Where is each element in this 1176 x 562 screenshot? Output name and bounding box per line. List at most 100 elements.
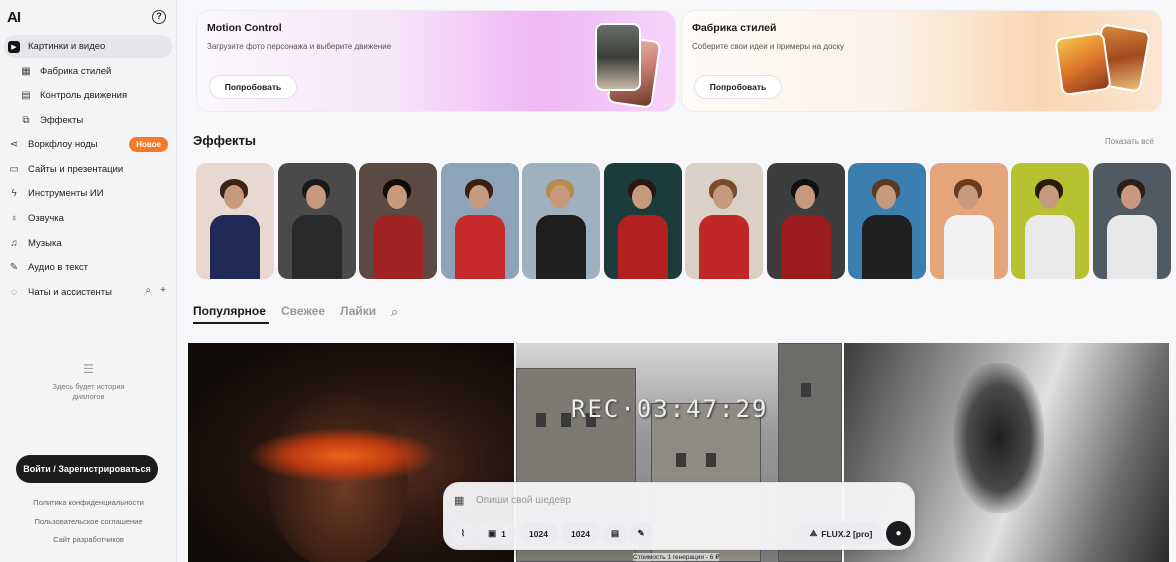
- palette-icon: ▦: [21, 66, 31, 77]
- promo-card-style-factory[interactable]: Фабрика стилей Соберите свои идеи и прим…: [681, 10, 1162, 112]
- outfit: [210, 215, 260, 279]
- promo-description: Загрузите фото персонажа и выберите движ…: [207, 42, 392, 51]
- effect-thumbnail[interactable]: [685, 163, 763, 279]
- history-list-icon: ☰: [83, 362, 94, 376]
- effect-thumbnail[interactable]: [277, 163, 356, 279]
- search-icon[interactable]: ⌕: [146, 285, 152, 296]
- magic-wand-icon[interactable]: ✎: [629, 522, 653, 545]
- window: [676, 453, 686, 467]
- image-count-value: 1: [501, 528, 506, 539]
- chats-tools: ⌕ +: [146, 285, 166, 296]
- effect-thumbnail[interactable]: [766, 163, 845, 279]
- sidebar-item-style-factory[interactable]: ▦ Фабрика стилей: [16, 60, 172, 83]
- plus-icon[interactable]: +: [160, 285, 166, 296]
- attach-icon[interactable]: ⌇: [450, 522, 476, 545]
- style-board-icon[interactable]: ▦: [454, 494, 464, 507]
- outfit: [454, 215, 505, 279]
- outfit: [617, 215, 668, 279]
- effect-thumbnail[interactable]: [359, 163, 437, 279]
- effects-icon: ⧉: [22, 115, 30, 126]
- outfit: [780, 215, 831, 279]
- effect-thumbnail[interactable]: [848, 163, 926, 279]
- terms-link[interactable]: Пользовательское соглашение: [0, 517, 177, 526]
- sidebar-item-music[interactable]: ♫ Музыка: [4, 232, 172, 255]
- try-button[interactable]: Попробовать: [209, 75, 297, 99]
- search-icon[interactable]: ⌕: [391, 304, 398, 320]
- tab-likes[interactable]: Лайки: [340, 304, 376, 318]
- history-placeholder: ☰ Здесь будет история диалогов: [0, 362, 177, 402]
- sidebar-item-chats[interactable]: ◌ Чаты и ассистенты ⌕ +: [4, 281, 172, 304]
- outfit: [1106, 215, 1157, 279]
- window: [706, 453, 716, 467]
- image-count-selector[interactable]: ▣ 1: [478, 522, 516, 545]
- outfit: [943, 215, 994, 279]
- effects-title: Эффекты: [193, 133, 257, 148]
- sidebar-item-effects[interactable]: ⧉ Эффекты: [16, 109, 172, 132]
- window: [801, 383, 811, 397]
- history-empty-text: Здесь будет история диалогов: [52, 382, 125, 401]
- face: [305, 185, 326, 209]
- microphone-button[interactable]: ●: [886, 521, 911, 546]
- new-badge: Новое: [129, 137, 168, 152]
- sidebar-item-label: Инструменты ИИ: [28, 188, 104, 199]
- login-button[interactable]: Войти / Зарегистрироваться: [16, 455, 158, 483]
- sidebar-item-label: Музыка: [28, 238, 62, 249]
- window: [561, 413, 571, 427]
- effect-thumbnail[interactable]: [196, 163, 274, 279]
- sidebar-item-sites[interactable]: ▭ Сайты и презентации: [4, 158, 172, 181]
- effect-thumbnail[interactable]: [929, 163, 1008, 279]
- sidebar-item-label: Фабрика стилей: [40, 66, 112, 77]
- face: [468, 185, 489, 209]
- microphone-icon: ♁: [10, 213, 18, 224]
- promo-card-motion-control[interactable]: Motion Control Загрузите фото персонажа …: [196, 10, 676, 112]
- promo-title: Motion Control: [207, 22, 282, 34]
- effect-thumbnail[interactable]: [440, 163, 519, 279]
- model-icon: ⟁: [809, 528, 818, 538]
- play-square-icon: ▶: [8, 40, 20, 53]
- outfit: [373, 215, 423, 279]
- share-nodes-icon: ⋖: [9, 139, 19, 150]
- sidebar-item-label: Сайты и презентации: [28, 164, 124, 175]
- sidebar-item-ai-tools[interactable]: ϟ Инструменты ИИ: [4, 182, 172, 205]
- face: [794, 185, 815, 209]
- help-icon[interactable]: ?: [152, 10, 166, 24]
- face: [1120, 185, 1141, 209]
- try-button[interactable]: Попробовать: [694, 75, 782, 99]
- sidebar-item-workflow-nodes[interactable]: ⋖ Воркфлоу ноды Новое: [4, 133, 172, 156]
- chat-bubble-icon: ◌: [11, 287, 17, 298]
- sidebar-item-motion-control[interactable]: ▤ Контроль движения: [16, 84, 172, 107]
- face: [1039, 185, 1059, 209]
- app-logo[interactable]: AI: [7, 9, 21, 26]
- prompt-input[interactable]: Опиши свой шедевр: [476, 495, 571, 506]
- outfit: [862, 215, 912, 279]
- sidebar-item-label: Озвучка: [28, 213, 64, 224]
- sidebar-item-images-video[interactable]: ▶ Картинки и видео: [4, 35, 172, 58]
- sidebar-item-audio-to-text[interactable]: ✎ Аудио в текст: [4, 256, 172, 279]
- tab-popular[interactable]: Популярное: [193, 304, 266, 318]
- sidebar-item-label: Воркфлоу ноды: [28, 139, 98, 150]
- promo-image: [595, 23, 641, 91]
- outfit: [1025, 215, 1075, 279]
- model-name: FLUX.2 [pro]: [821, 528, 873, 539]
- developers-link[interactable]: Сайт разработчиков: [0, 535, 177, 544]
- tab-fresh[interactable]: Свежее: [281, 304, 325, 318]
- document-icon[interactable]: ▤: [603, 522, 627, 545]
- show-all-link[interactable]: Показать всё: [1105, 137, 1154, 146]
- sidebar: AI ? ▶ Картинки и видео ▦ Фабрика стилей…: [0, 0, 177, 562]
- effect-thumbnail[interactable]: [1092, 163, 1171, 279]
- privacy-link[interactable]: Политика конфиденциальности: [0, 498, 177, 507]
- film-icon: ▤: [21, 90, 31, 101]
- effect-thumbnail[interactable]: [603, 163, 682, 279]
- width-field[interactable]: 1024: [519, 522, 558, 545]
- effect-thumbnail[interactable]: [522, 163, 600, 279]
- sidebar-item-label: Чаты и ассистенты: [28, 287, 112, 298]
- sidebar-item-voiceover[interactable]: ♁ Озвучка: [4, 207, 172, 230]
- window-icon: ▭: [9, 164, 19, 175]
- sidebar-item-label: Аудио в текст: [28, 262, 89, 273]
- promo-image: [1054, 31, 1112, 97]
- effect-thumbnail[interactable]: [1011, 163, 1089, 279]
- height-field[interactable]: 1024: [561, 522, 600, 545]
- face: [224, 185, 244, 209]
- window: [536, 413, 546, 427]
- model-selector[interactable]: ⟁ FLUX.2 [pro]: [799, 522, 883, 545]
